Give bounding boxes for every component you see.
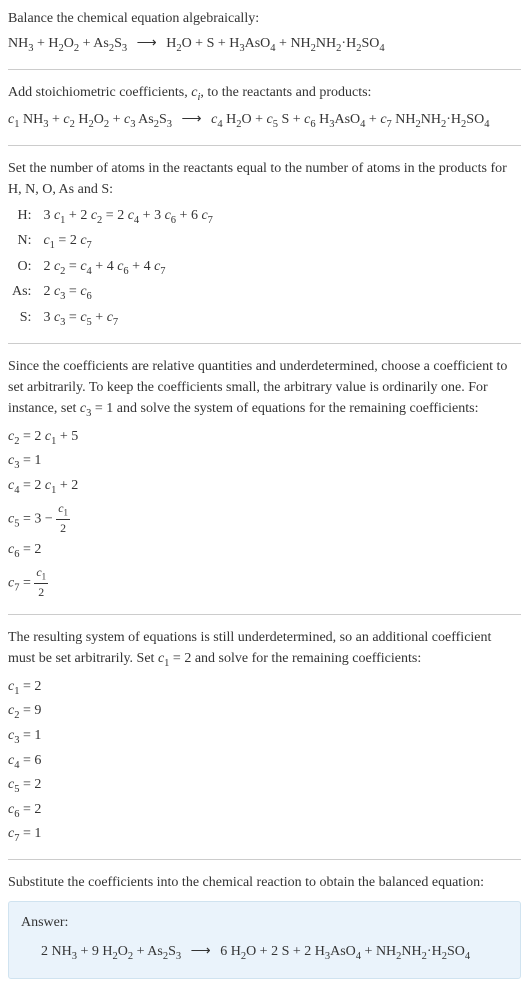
coefficient-item: c6 = 2	[8, 799, 521, 823]
atom-equation: c1 = 2 c7	[39, 229, 216, 255]
divider	[8, 614, 521, 615]
table-row: As: 2 c3 = c6	[8, 280, 217, 306]
atom-label: S:	[8, 306, 39, 332]
table-row: H: 3 c1 + 2 c2 = 2 c4 + 3 c6 + 6 c7	[8, 204, 217, 230]
coefficient-list: c2 = 2 c1 + 5 c3 = 1 c4 = 2 c1 + 2 c5 = …	[8, 426, 521, 602]
step3-section: Since the coefficients are relative quan…	[8, 356, 521, 602]
coefficient-item: c2 = 9	[8, 700, 521, 724]
divider	[8, 859, 521, 860]
intro-text: Balance the chemical equation algebraica…	[8, 8, 521, 29]
atom-label: O:	[8, 255, 39, 281]
coefficient-item: c5 = 2	[8, 774, 521, 798]
divider	[8, 145, 521, 146]
coefficient-item: c5 = 3 − c12	[8, 500, 521, 539]
step2-text: Set the number of atoms in the reactants…	[8, 158, 521, 200]
divider	[8, 343, 521, 344]
coefficient-item: c6 = 2	[8, 539, 521, 563]
table-row: S: 3 c3 = c5 + c7	[8, 306, 217, 332]
step1-text: Add stoichiometric coefficients, ci, to …	[8, 82, 521, 106]
step5-text: Substitute the coefficients into the che…	[8, 872, 521, 893]
atom-label: As:	[8, 280, 39, 306]
coefficient-item: c7 = 1	[8, 823, 521, 847]
coefficient-item: c2 = 2 c1 + 5	[8, 426, 521, 450]
step1-equation: c1 NH3 + c2 H2O2 + c3 As2S3 ⟶ c4 H2O + c…	[8, 109, 521, 133]
atom-label: H:	[8, 204, 39, 230]
atom-equation: 3 c1 + 2 c2 = 2 c4 + 3 c6 + 6 c7	[39, 204, 216, 230]
atom-equation: 3 c3 = c5 + c7	[39, 306, 216, 332]
coefficient-item: c3 = 1	[8, 725, 521, 749]
answer-label: Answer:	[21, 912, 508, 933]
answer-equation: 2 NH3 + 9 H2O2 + As2S3 ⟶ 6 H2O + 2 S + 2…	[21, 941, 508, 965]
step2-section: Set the number of atoms in the reactants…	[8, 158, 521, 332]
intro-section: Balance the chemical equation algebraica…	[8, 8, 521, 57]
coefficient-item: c3 = 1	[8, 450, 521, 474]
step4-section: The resulting system of equations is sti…	[8, 627, 521, 846]
coefficient-item: c7 = c12	[8, 564, 521, 603]
atom-equation: 2 c2 = c4 + 4 c6 + 4 c7	[39, 255, 216, 281]
atom-balance-table: H: 3 c1 + 2 c2 = 2 c4 + 3 c6 + 6 c7 N: c…	[8, 204, 217, 332]
answer-box: Answer: 2 NH3 + 9 H2O2 + As2S3 ⟶ 6 H2O +…	[8, 901, 521, 980]
table-row: O: 2 c2 = c4 + 4 c6 + 4 c7	[8, 255, 217, 281]
atom-label: N:	[8, 229, 39, 255]
table-row: N: c1 = 2 c7	[8, 229, 217, 255]
atom-equation: 2 c3 = c6	[39, 280, 216, 306]
step1-section: Add stoichiometric coefficients, ci, to …	[8, 82, 521, 133]
coefficient-item: c4 = 6	[8, 750, 521, 774]
divider	[8, 69, 521, 70]
coefficient-list: c1 = 2 c2 = 9 c3 = 1 c4 = 6 c5 = 2 c6 = …	[8, 676, 521, 847]
step3-text: Since the coefficients are relative quan…	[8, 356, 521, 422]
step5-section: Substitute the coefficients into the che…	[8, 872, 521, 980]
coefficient-item: c1 = 2	[8, 676, 521, 700]
coefficient-item: c4 = 2 c1 + 2	[8, 475, 521, 499]
intro-equation: NH3 + H2O2 + As2S3 ⟶ H2O + S + H3AsO4 + …	[8, 33, 521, 57]
step4-text: The resulting system of equations is sti…	[8, 627, 521, 672]
